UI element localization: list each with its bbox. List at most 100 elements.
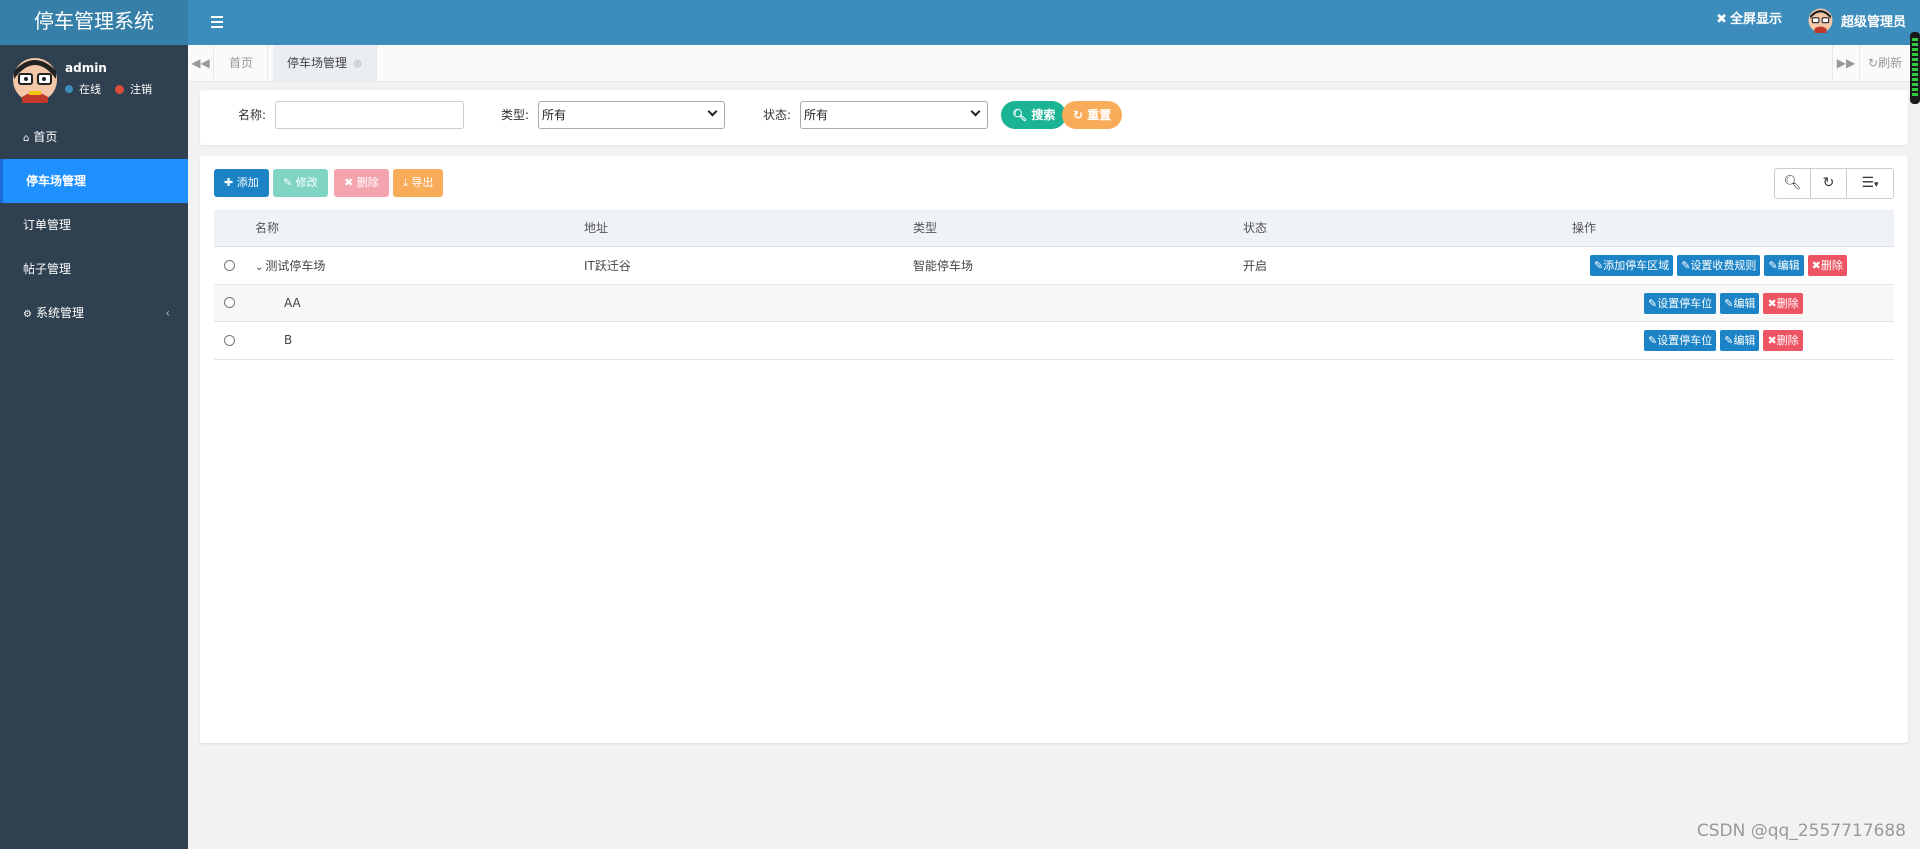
status-label: 状态: <box>763 108 792 122</box>
op-label: 删除 <box>1820 259 1843 272</box>
edit-button[interactable]: ✎ 修改 <box>273 169 328 197</box>
fullscreen-button[interactable]: ✖ 全屏显示 <box>1716 0 1782 40</box>
chevron-down-icon[interactable]: ⌄ <box>255 262 263 273</box>
search-button[interactable]: 🔍︎ 搜索 <box>1001 101 1067 129</box>
search-panel: 名称: 类型: 所有 状态: 所有 🔍︎ 搜索 ↻ 重置 <box>200 90 1908 145</box>
close-icon: ✖ <box>344 176 354 189</box>
avatar-icon <box>1808 8 1833 33</box>
tab-home[interactable]: 首页 <box>215 45 269 81</box>
type-label: 类型: <box>501 108 530 122</box>
refresh-icon: ↻ <box>1822 175 1835 191</box>
table-row[interactable]: B ✎设置停车位 ✎编辑 ✖删除 <box>214 322 1894 360</box>
user-name: admin <box>65 61 107 75</box>
online-status: 在线 <box>79 83 101 96</box>
op-label: 添加停车区域 <box>1603 259 1670 272</box>
row-select-radio[interactable] <box>224 334 235 346</box>
table-columns-toggle[interactable]: ☰▾ <box>1846 168 1894 199</box>
op-label: 设置停车位 <box>1657 296 1713 310</box>
close-icon: ✖ <box>1767 334 1777 347</box>
top-header: 停车管理系统 ✖ 全屏显示 超级管理员 <box>0 0 1920 45</box>
row-actions: ✎设置停车位 ✎编辑 ✖删除 <box>1644 292 1803 314</box>
search-icon: 🔍︎ <box>1783 175 1802 191</box>
row-name: 测试停车场 <box>265 258 326 273</box>
tabs-scroll-right-button[interactable]: ▶▶ <box>1832 45 1860 81</box>
reset-button[interactable]: ↻ 重置 <box>1062 101 1123 129</box>
op-label: 编辑 <box>1733 334 1756 347</box>
edit-row-button[interactable]: ✎编辑 <box>1720 292 1760 314</box>
name-input[interactable] <box>275 101 464 129</box>
table-header: 名称 地址 类型 状态 操作 <box>214 210 1894 247</box>
table-search-toggle[interactable]: 🔍︎ <box>1774 168 1811 199</box>
table-row[interactable]: ⌄ 测试停车场 IT跃迁谷 智能停车场 开启 ✎添加停车区域 ✎设置收费规则 ✎编… <box>214 247 1894 285</box>
delete-row-button[interactable]: ✖删除 <box>1763 292 1803 314</box>
sidebar-item-label: 系统管理 <box>35 306 84 320</box>
refresh-label: 刷新 <box>1878 56 1903 70</box>
table-refresh-button[interactable]: ↻ <box>1810 168 1847 199</box>
add-button[interactable]: ✚ 添加 <box>214 169 269 197</box>
edit-button-label: 修改 <box>295 176 318 189</box>
edit-icon: ✎ <box>1768 259 1778 272</box>
avatar <box>13 58 57 103</box>
table-row[interactable]: AA ✎设置停车位 ✎编辑 ✖删除 <box>214 284 1894 322</box>
sidebar-item-system[interactable]: ⚙ 系统管理 ‹ <box>0 291 188 335</box>
logout-icon <box>115 84 124 94</box>
sidebar-item-label: 帖子管理 <box>23 262 72 276</box>
status-select[interactable]: 所有 <box>800 101 988 129</box>
online-dot-icon <box>65 85 73 93</box>
column-header-type: 类型 <box>913 221 938 235</box>
plus-icon: ✚ <box>224 176 234 189</box>
download-icon: ⤓ <box>403 176 408 189</box>
export-button[interactable]: ⤓ 导出 <box>393 169 444 197</box>
page-tabs-bar: ◀◀ 首页 停车场管理 ⊗ ▶▶ ↻刷新 <box>188 45 1920 82</box>
column-header-actions: 操作 <box>1572 221 1597 235</box>
watermark: CSDN @qq_2557717688 <box>1696 821 1906 841</box>
tabs-scroll-left-button[interactable]: ◀◀ <box>188 45 214 81</box>
tab-parking[interactable]: 停车场管理 ⊗ <box>273 45 378 81</box>
close-icon: ✖ <box>1767 296 1777 310</box>
op-label: 设置停车位 <box>1657 334 1713 347</box>
add-parking-area-button[interactable]: ✎添加停车区域 <box>1590 255 1674 276</box>
select-column-header <box>214 210 255 246</box>
set-parking-space-button[interactable]: ✎设置停车位 <box>1644 330 1717 351</box>
edit-icon: ✎ <box>1648 296 1658 310</box>
user-menu[interactable]: 超级管理员 <box>1808 7 1906 34</box>
column-header-address: 地址 <box>584 221 609 235</box>
op-label: 设置收费规则 <box>1690 259 1757 272</box>
gear-icon: ⚙ <box>23 309 32 320</box>
delete-button[interactable]: ✖ 删除 <box>334 169 389 197</box>
edit-icon: ✎ <box>283 176 293 189</box>
close-tab-icon[interactable]: ⊗ <box>353 57 362 70</box>
name-label: 名称: <box>238 108 267 122</box>
delete-row-button[interactable]: ✖删除 <box>1807 255 1847 276</box>
edit-row-button[interactable]: ✎编辑 <box>1764 255 1804 276</box>
export-button-label: 导出 <box>411 176 434 189</box>
sidebar-toggle-icon[interactable] <box>208 11 230 33</box>
row-select-radio[interactable] <box>224 259 235 271</box>
op-label: 删除 <box>1776 334 1799 347</box>
delete-row-button[interactable]: ✖删除 <box>1763 330 1803 351</box>
sidebar-item-parking[interactable]: 停车场管理 <box>0 159 188 203</box>
set-fee-rules-button[interactable]: ✎设置收费规则 <box>1677 255 1761 276</box>
sidebar-item-orders[interactable]: 订单管理 <box>0 203 188 247</box>
chevron-left-icon: ‹ <box>165 306 170 320</box>
sidebar-item-posts[interactable]: 帖子管理 <box>0 247 188 291</box>
main-panel: ✚ 添加 ✎ 修改 ✖ 删除 ⤓ 导出 🔍︎ ↻ ☰▾ 名称 地址 类型 状态 … <box>200 156 1908 743</box>
home-icon: ⌂ <box>23 133 30 144</box>
scrollbar-thumb[interactable] <box>1910 32 1920 104</box>
logout-link[interactable]: 注销 <box>130 81 152 97</box>
parking-table: 名称 地址 类型 状态 操作 ⌄ 测试停车场 IT跃迁谷 智能停车场 开启 ✎添加… <box>214 210 1894 360</box>
user-panel: admin 在线 注销 <box>0 45 188 115</box>
type-select[interactable]: 所有 <box>538 101 725 129</box>
sidebar-item-home[interactable]: ⌂ 首页 <box>0 115 188 159</box>
edit-row-button[interactable]: ✎编辑 <box>1720 330 1760 351</box>
type-select-value: 所有 <box>542 108 567 122</box>
edit-icon: ✎ <box>1648 334 1658 347</box>
column-header-name: 名称 <box>255 221 280 235</box>
set-parking-space-button[interactable]: ✎设置停车位 <box>1644 292 1717 314</box>
close-icon: ✖ <box>1811 259 1821 272</box>
sidebar-item-label: 停车场管理 <box>26 174 87 188</box>
chevron-down-icon <box>970 106 981 117</box>
row-select-radio[interactable] <box>224 297 235 309</box>
tab-label: 停车场管理 <box>287 56 348 70</box>
double-chevron-left-icon: ◀◀ <box>191 56 210 70</box>
